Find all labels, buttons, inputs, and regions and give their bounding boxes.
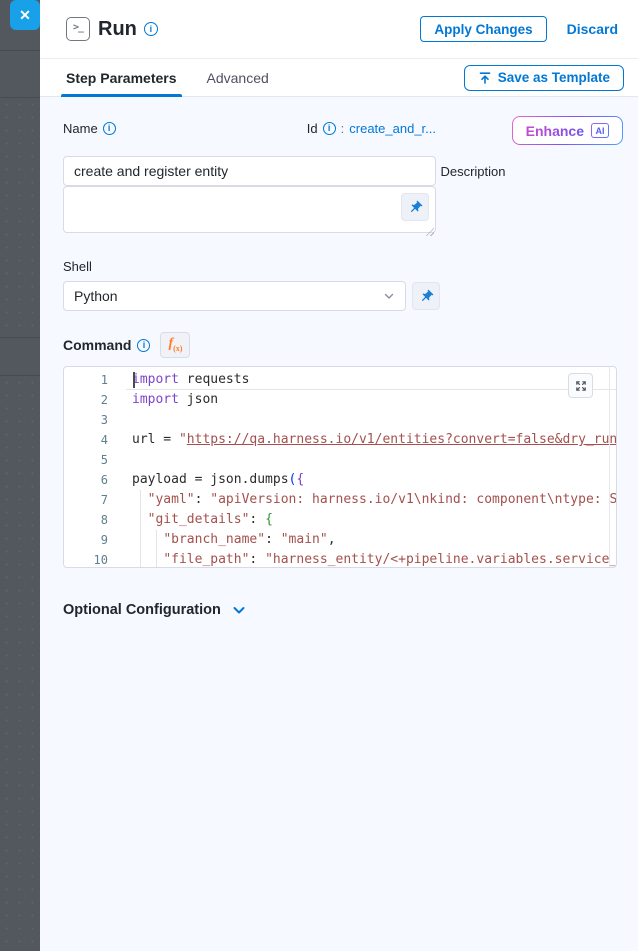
- command-row: Command i f(x): [63, 332, 617, 358]
- line-number: 10: [64, 550, 126, 568]
- indent-guide: [140, 490, 141, 568]
- code-line[interactable]: "git_details": {: [126, 510, 616, 530]
- upload-template-icon: [478, 71, 492, 85]
- code-line[interactable]: "yaml": "apiVersion: harness.io/v1\nkind…: [126, 490, 616, 510]
- code-line[interactable]: payload = json.dumps({: [126, 470, 616, 490]
- canvas-divider: [0, 50, 40, 51]
- shell-selected-value: Python: [74, 288, 118, 304]
- run-step-icon: >_: [66, 17, 90, 41]
- shell-row: Python: [63, 281, 617, 311]
- line-number: 6: [64, 470, 126, 490]
- tab-advanced[interactable]: Advanced: [207, 59, 269, 97]
- line-number: 8: [64, 510, 126, 530]
- save-as-template-button[interactable]: Save as Template: [464, 65, 624, 91]
- close-drawer-button[interactable]: ✕: [10, 0, 40, 30]
- info-icon[interactable]: i: [103, 122, 116, 135]
- id-value[interactable]: create_and_r...: [349, 121, 436, 136]
- enhance-ai-button[interactable]: Enhance AI: [512, 116, 623, 145]
- discard-button[interactable]: Discard: [567, 21, 618, 37]
- code-line[interactable]: import requests: [126, 370, 616, 390]
- description-field-wrap: [63, 186, 436, 238]
- info-icon[interactable]: i: [137, 339, 150, 352]
- id-label: Id: [307, 121, 318, 136]
- expand-icon: [574, 379, 588, 393]
- line-number: 3: [64, 410, 126, 430]
- info-icon[interactable]: i: [323, 122, 336, 135]
- code-line[interactable]: "file_path": "harness_entity/<+pipeline.…: [126, 550, 616, 567]
- line-number: 1: [64, 370, 126, 390]
- pin-runtime-input-button[interactable]: [412, 282, 440, 310]
- drawer-header: >_ Run i Apply Changes Discard: [40, 0, 638, 59]
- info-icon[interactable]: i: [144, 22, 158, 36]
- description-label: Description: [440, 164, 505, 179]
- close-icon: ✕: [19, 8, 31, 22]
- code-line[interactable]: [126, 450, 616, 470]
- expand-editor-button[interactable]: [568, 373, 593, 398]
- code-line[interactable]: url = "https://qa.harness.io/v1/entities…: [126, 430, 616, 450]
- indent-guide: [156, 530, 157, 568]
- chevron-down-icon: [231, 602, 247, 618]
- line-number: 5: [64, 450, 126, 470]
- apply-changes-button[interactable]: Apply Changes: [420, 16, 546, 42]
- pushpin-icon: [404, 196, 425, 217]
- step-config-screen: ✕ >_ Run i Apply Changes Discard Step Pa…: [0, 0, 638, 951]
- description-input[interactable]: [63, 186, 436, 233]
- editor-scrollbar[interactable]: [609, 367, 610, 567]
- canvas-divider: [0, 337, 40, 338]
- command-label: Command: [63, 337, 131, 353]
- shell-label: Shell: [63, 259, 92, 274]
- line-number: 9: [64, 530, 126, 550]
- ai-badge: AI: [591, 123, 609, 138]
- name-label: Name: [63, 121, 98, 136]
- code-line[interactable]: "branch_name": "main",: [126, 530, 616, 550]
- pushpin-icon: [415, 285, 436, 306]
- name-label-group: Name i: [63, 121, 116, 136]
- pin-runtime-input-button[interactable]: [401, 193, 429, 221]
- line-number: 2: [64, 390, 126, 410]
- code-line[interactable]: [126, 410, 616, 430]
- command-label-group: Command i: [63, 337, 150, 353]
- shell-select[interactable]: Python: [63, 281, 406, 311]
- page-title: Run: [98, 18, 137, 41]
- pipeline-canvas-strip: [0, 0, 40, 951]
- name-input[interactable]: [63, 156, 436, 186]
- command-code-editor[interactable]: 12345678910 import requestsimport json ur…: [63, 366, 617, 568]
- step-parameters-panel: Enhance AI Name i Id i : create_and_r...…: [40, 97, 638, 951]
- code-line[interactable]: import json: [126, 390, 616, 410]
- canvas-dot-grid: [0, 376, 40, 951]
- code-lines[interactable]: import requestsimport json url = "https:/…: [126, 367, 616, 567]
- expression-fx-button[interactable]: f(x): [160, 332, 190, 358]
- line-number: 4: [64, 430, 126, 450]
- step-config-drawer: >_ Run i Apply Changes Discard Step Para…: [40, 0, 638, 951]
- editor-gutter: 12345678910: [64, 367, 126, 567]
- text-cursor: [133, 372, 135, 388]
- line-number: 7: [64, 490, 126, 510]
- chevron-down-icon: [383, 290, 395, 302]
- tab-step-parameters[interactable]: Step Parameters: [66, 59, 177, 97]
- optional-configuration-toggle[interactable]: Optional Configuration: [63, 602, 247, 618]
- fx-icon: f(x): [168, 337, 182, 353]
- name-id-row: Name i Id i : create_and_r...: [63, 121, 436, 136]
- canvas-dot-grid: [0, 98, 40, 337]
- step-id: Id i : create_and_r...: [307, 121, 436, 136]
- tab-bar: Step Parameters Advanced Save as Templat…: [40, 59, 638, 97]
